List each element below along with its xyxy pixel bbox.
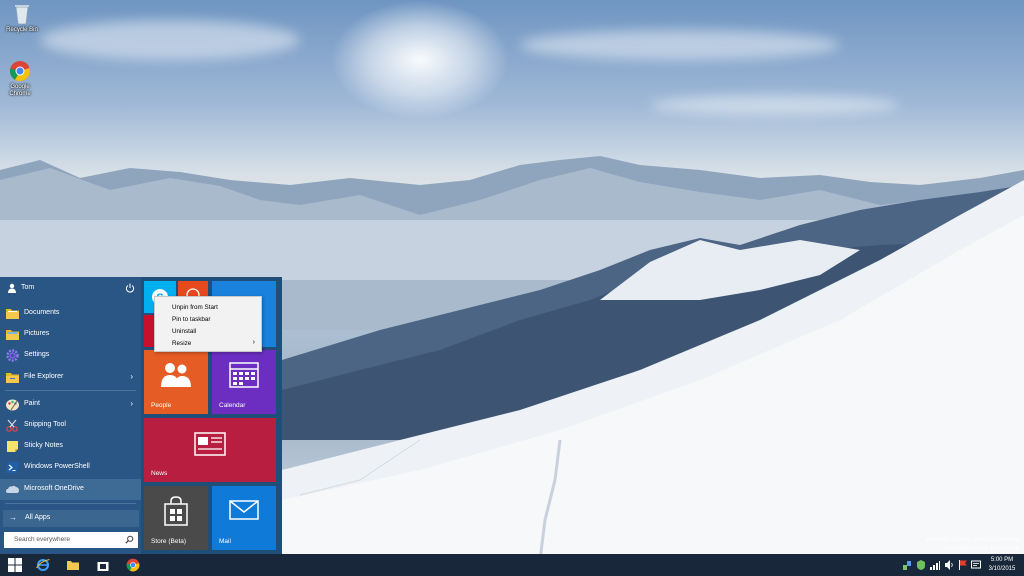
- context-item-uninstall[interactable]: Uninstall: [155, 326, 261, 337]
- snipping-tool-icon: [6, 419, 18, 432]
- taskbar-chrome[interactable]: [118, 554, 148, 576]
- chrome-icon: [9, 61, 30, 82]
- context-item-label: Uninstall: [172, 328, 197, 335]
- start-menu-left-pane: Tom Documents Pictures Settings File Exp…: [0, 277, 141, 554]
- taskbar-internet-explorer[interactable]: [28, 554, 58, 576]
- powershell-icon: [6, 462, 19, 473]
- documents-folder-icon: [6, 309, 19, 319]
- divider: [5, 503, 136, 504]
- clock-time: 5:00 PM: [990, 557, 1014, 563]
- user-icon: [8, 283, 16, 293]
- start-item-label: Documents: [24, 309, 60, 316]
- desktop-icon-google-chrome[interactable]: Google Chrome: [0, 60, 40, 98]
- calendar-icon: [229, 362, 259, 388]
- security-icon[interactable]: [916, 559, 926, 571]
- tile-label: Store (Beta): [151, 538, 187, 545]
- newspaper-icon: [194, 432, 226, 456]
- chrome-icon: [126, 558, 140, 572]
- chevron-right-icon: ›: [252, 339, 255, 346]
- pictures-folder-icon: [6, 330, 19, 340]
- start-item-label: Settings: [24, 351, 50, 358]
- tile-mail[interactable]: Mail: [212, 486, 276, 550]
- onedrive-icon: [6, 485, 19, 493]
- flag-icon[interactable]: [958, 559, 968, 571]
- store-bag-icon: [164, 496, 188, 526]
- gear-icon: [6, 349, 19, 362]
- folder-icon: [67, 561, 79, 570]
- taskbar-file-explorer[interactable]: [58, 554, 88, 576]
- clock-date: 3/10/2015: [988, 566, 1016, 572]
- start-item-file-explorer[interactable]: File Explorer ›: [0, 367, 141, 388]
- taskbar: 5:00 PM 3/10/2015: [0, 554, 1024, 576]
- file-explorer-icon: [6, 373, 19, 383]
- start-item-snipping-tool[interactable]: Snipping Tool: [0, 415, 141, 436]
- start-item-microsoft-onedrive[interactable]: Microsoft OneDrive: [0, 479, 141, 500]
- volume-icon[interactable]: [944, 559, 954, 571]
- start-item-label: Sticky Notes: [24, 442, 63, 449]
- context-item-label: Pin to taskbar: [172, 316, 211, 323]
- network-icon[interactable]: [902, 559, 912, 571]
- start-item-settings[interactable]: Settings: [0, 345, 141, 366]
- watermark-line: Windows 10 Pro Technical Preview: [925, 537, 1019, 543]
- action-center-icon[interactable]: [971, 559, 981, 571]
- context-item-label: Resize: [172, 340, 192, 347]
- search-box[interactable]: Search everywhere: [4, 532, 138, 548]
- start-item-windows-powershell[interactable]: Windows PowerShell: [0, 457, 141, 478]
- all-apps-button[interactable]: → All Apps: [3, 510, 139, 527]
- divider: [5, 390, 136, 391]
- arrow-right-icon: →: [9, 513, 17, 522]
- start-button[interactable]: [0, 554, 30, 576]
- start-item-label: Windows PowerShell: [24, 463, 90, 470]
- tile-label: News: [151, 470, 168, 477]
- recycle-bin-icon: [15, 5, 29, 25]
- tile-people[interactable]: People: [144, 350, 208, 414]
- watermark-line: Evaluation copy. Build 9926: [945, 546, 1019, 552]
- tile-news[interactable]: News: [144, 418, 276, 482]
- people-icon: [161, 363, 191, 387]
- context-item-pin-to-taskbar[interactable]: Pin to taskbar: [155, 314, 261, 325]
- start-item-label: Pictures: [24, 330, 50, 337]
- chevron-right-icon: ›: [130, 399, 133, 408]
- start-item-label: Snipping Tool: [24, 421, 66, 428]
- start-item-label: File Explorer: [24, 373, 64, 380]
- context-item-label: Unpin from Start: [172, 304, 218, 311]
- user-name: Tom: [21, 284, 35, 291]
- all-apps-label: All Apps: [25, 514, 51, 521]
- start-item-sticky-notes[interactable]: Sticky Notes: [0, 436, 141, 457]
- search-icon: [125, 535, 134, 544]
- taskbar-store[interactable]: [88, 554, 118, 576]
- internet-explorer-icon: [36, 559, 50, 571]
- desktop-icon-label: Google Chrome: [9, 84, 31, 97]
- evaluation-watermark: Windows 10 Pro Technical Preview Evaluat…: [926, 536, 1019, 554]
- user-account-row[interactable]: Tom: [0, 277, 141, 299]
- power-icon[interactable]: [125, 283, 135, 293]
- tile-label: Calendar: [219, 402, 246, 409]
- wifi-icon[interactable]: [930, 559, 940, 571]
- tile-context-menu: Unpin from Start Pin to taskbar Uninstal…: [154, 296, 262, 352]
- start-item-documents[interactable]: Documents: [0, 303, 141, 324]
- tile-label: People: [151, 402, 172, 409]
- sticky-notes-icon: [7, 441, 18, 452]
- mail-icon: [229, 500, 259, 520]
- start-item-pictures[interactable]: Pictures: [0, 324, 141, 345]
- store-bag-icon: [97, 562, 109, 571]
- tile-calendar[interactable]: Calendar: [212, 350, 276, 414]
- desktop-icon-recycle-bin[interactable]: Recycle Bin: [2, 3, 42, 34]
- context-item-resize[interactable]: Resize ›: [155, 338, 261, 349]
- start-item-label: Paint: [24, 400, 40, 407]
- chevron-right-icon: ›: [130, 372, 133, 381]
- tile-store[interactable]: Store (Beta): [144, 486, 208, 550]
- windows-logo-icon: [8, 558, 22, 572]
- taskbar-clock[interactable]: 5:00 PM 3/10/2015: [985, 556, 1019, 574]
- context-item-unpin-from-start[interactable]: Unpin from Start: [155, 302, 261, 313]
- paint-icon: [6, 399, 19, 411]
- search-placeholder: Search everywhere: [14, 536, 70, 543]
- start-item-label: Microsoft OneDrive: [24, 485, 84, 492]
- desktop-icon-label: Recycle Bin: [6, 27, 38, 33]
- start-item-paint[interactable]: Paint ›: [0, 394, 141, 415]
- tile-label: Mail: [219, 538, 231, 545]
